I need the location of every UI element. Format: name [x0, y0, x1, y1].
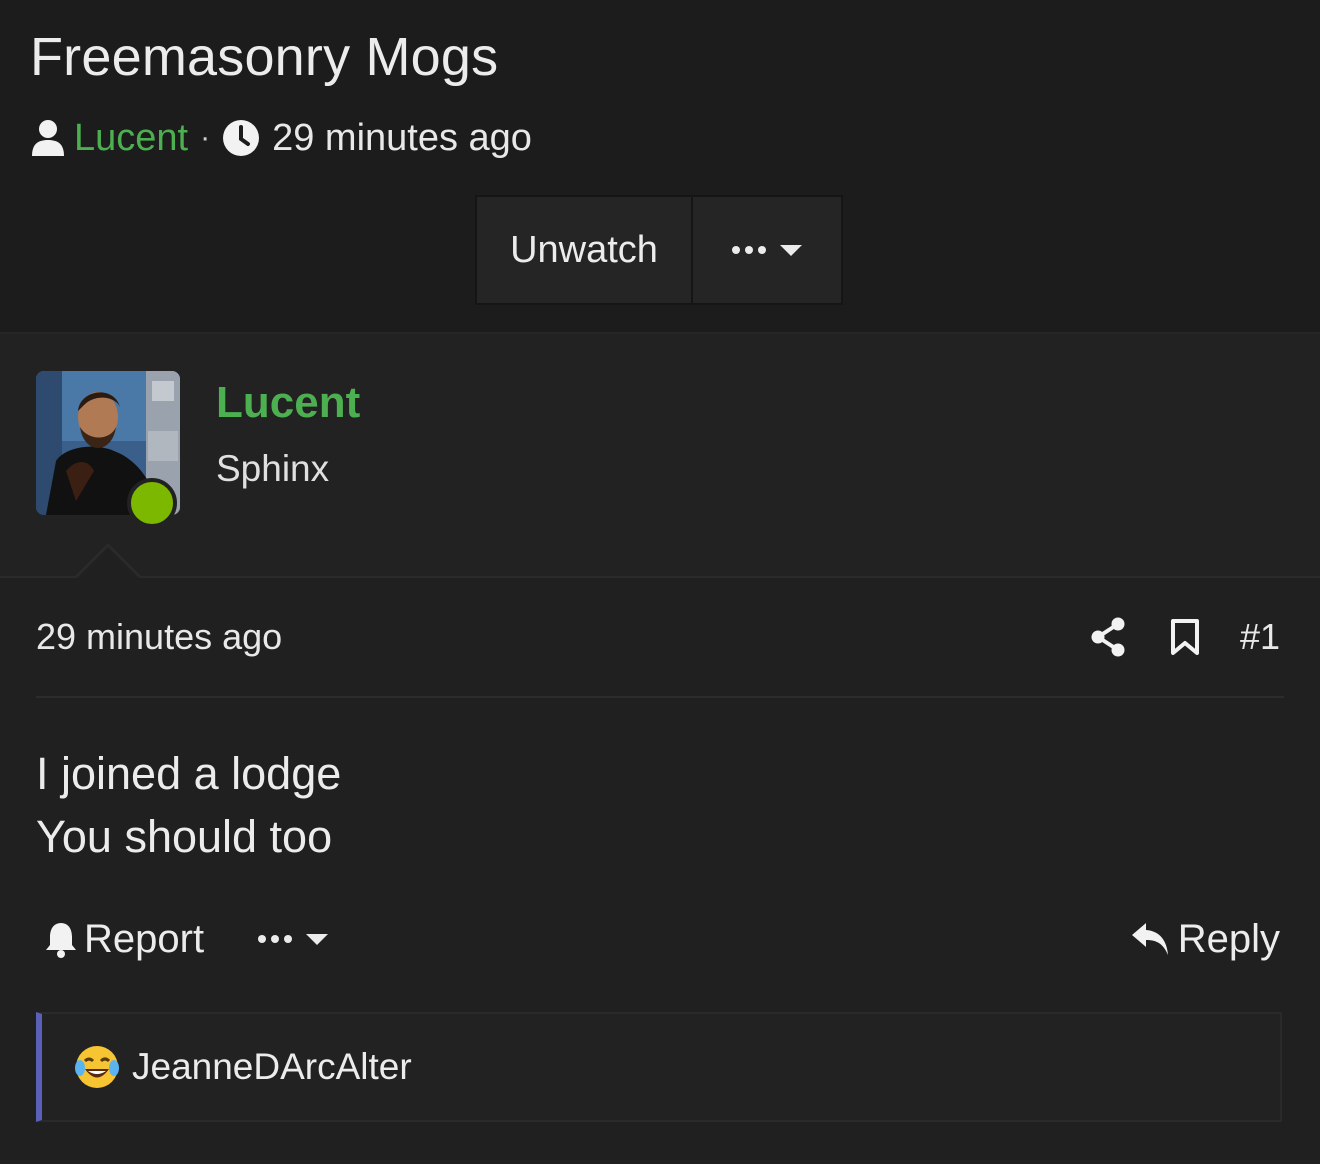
unwatch-button[interactable]: Unwatch: [477, 197, 693, 303]
post-more-button[interactable]: [258, 933, 329, 945]
thread-header: Freemasonry Mogs Lucent · 29 minutes ago…: [0, 0, 1320, 334]
thread-more-button[interactable]: [693, 197, 841, 303]
thread-action-group: Unwatch: [475, 195, 843, 305]
arrow-pointer-inner: [76, 547, 140, 579]
reaction-user-link[interactable]: JeanneDArcAlter: [132, 1046, 412, 1088]
post-author-title: Sphinx: [216, 448, 330, 489]
caret-down-icon: [780, 244, 802, 256]
reactions-bar[interactable]: JeanneDArcAlter: [36, 1012, 1282, 1122]
bookmark-icon[interactable]: [1170, 618, 1200, 656]
clock-icon: [223, 120, 260, 156]
thread-meta: Lucent · 29 minutes ago: [30, 112, 532, 164]
post-body-line: I joined a lodge: [36, 748, 342, 799]
bell-icon: [46, 923, 76, 958]
post: 29 minutes ago #1 I joined a lodge You s…: [0, 578, 1320, 1164]
post-divider: [36, 696, 1284, 698]
more-dots-icon: [732, 246, 766, 254]
post-number-link[interactable]: #1: [1240, 616, 1280, 658]
report-button[interactable]: Report: [84, 917, 204, 962]
post-footer-left: Report: [44, 914, 329, 964]
reply-label: Reply: [1177, 916, 1280, 961]
more-dots-icon: [258, 935, 293, 943]
thread-author-link[interactable]: Lucent: [74, 117, 188, 160]
post-actions: #1: [1090, 612, 1280, 662]
meta-separator: ·: [200, 121, 211, 154]
post-body-line: You should too: [36, 811, 333, 862]
post-body: I joined a lodge You should too: [36, 742, 341, 868]
post-user-block: Lucent Sphinx: [0, 334, 1320, 578]
user-icon: [32, 120, 64, 156]
post-author-name[interactable]: Lucent: [216, 378, 360, 428]
online-status-dot: [127, 478, 177, 528]
reply-icon: [1131, 923, 1168, 955]
share-icon[interactable]: [1090, 617, 1126, 657]
joy-tears-emoji-icon: [75, 1046, 119, 1088]
post-time[interactable]: 29 minutes ago: [36, 616, 282, 658]
thread-title: Freemasonry Mogs: [30, 27, 499, 87]
caret-down-icon: [306, 933, 329, 945]
reply-button[interactable]: Reply: [1130, 914, 1280, 964]
thread-time[interactable]: 29 minutes ago: [272, 117, 532, 160]
